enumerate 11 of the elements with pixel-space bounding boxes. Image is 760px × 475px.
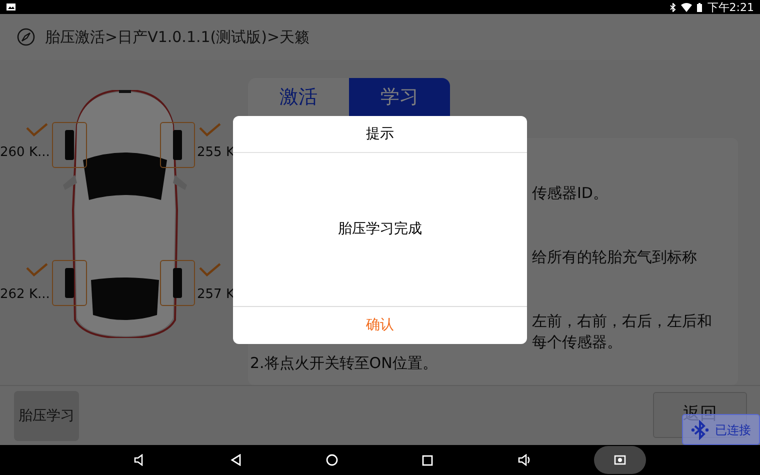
status-time: 下午2:21	[707, 2, 754, 12]
dialog-title: 提示	[233, 116, 527, 153]
instruction-text: 传感器ID。	[532, 183, 608, 204]
instruction-text: 给所有的轮胎充气到标称	[532, 247, 697, 268]
instruction-text: 2.将点火开关转至ON位置。	[250, 353, 438, 374]
dialog-message: 胎压学习完成	[338, 220, 422, 239]
instruction-text: 每个传感器。	[532, 332, 622, 353]
instruction-text: 左前，右前，右后，左后和	[532, 311, 712, 332]
tire-pressure: 260 K...	[0, 144, 50, 162]
breadcrumb: 胎压激活>日产V1.0.1.1(测试版)>天籁	[45, 26, 310, 48]
tire-pressure: 262 K...	[0, 286, 50, 304]
